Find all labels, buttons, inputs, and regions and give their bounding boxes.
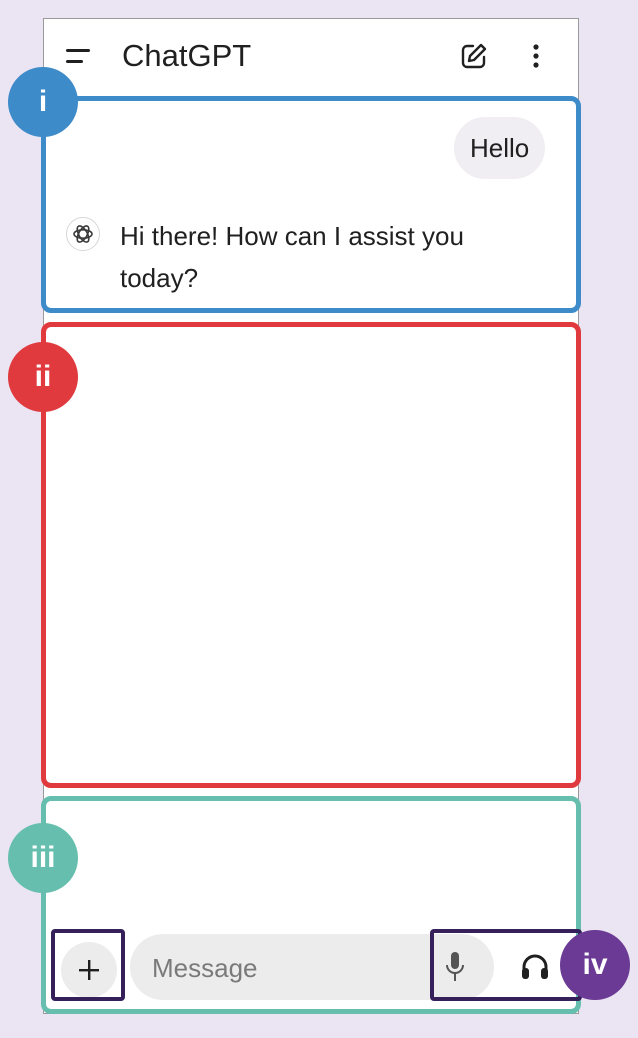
new-chat-icon[interactable] xyxy=(459,41,489,71)
annotation-badge-iii: iii xyxy=(8,823,78,893)
app-title: ChatGPT xyxy=(122,38,252,73)
annotation-badge-iv: iv xyxy=(560,930,630,1000)
annotation-badge-ii: ii xyxy=(8,342,78,412)
annotation-box-iv-left xyxy=(51,929,125,1001)
top-bar: ChatGPT xyxy=(44,19,578,95)
menu-icon[interactable] xyxy=(66,47,96,67)
annotation-badge-i: i xyxy=(8,67,78,137)
annotation-box-i xyxy=(41,96,581,313)
more-vertical-icon[interactable] xyxy=(530,43,542,73)
annotation-box-ii xyxy=(41,322,581,788)
